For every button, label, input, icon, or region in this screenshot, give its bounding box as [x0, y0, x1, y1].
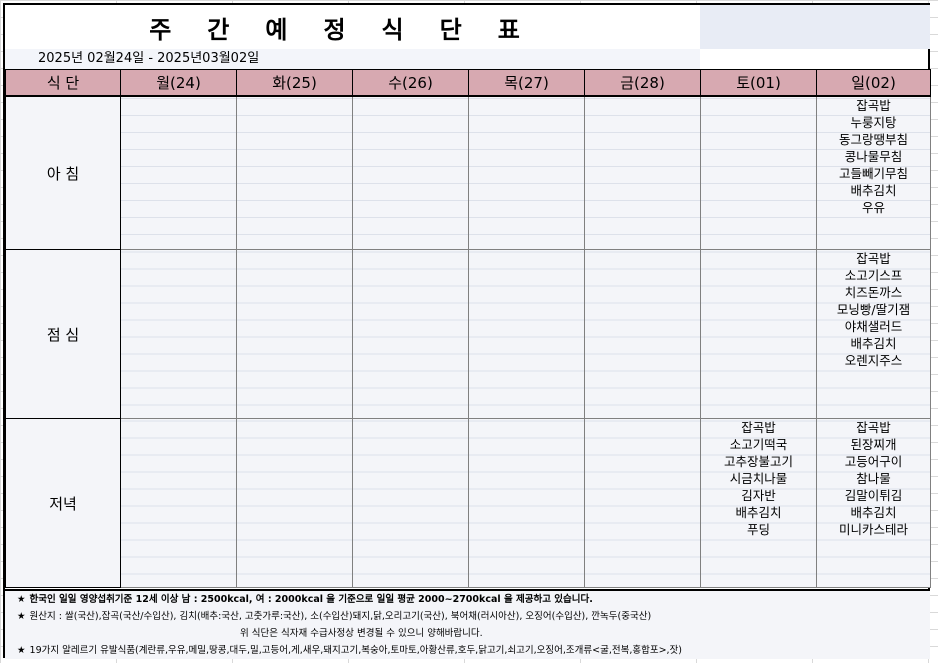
menu-item: 오렌지주스 — [844, 353, 903, 368]
menu-item: 시금치나물 — [729, 471, 788, 486]
menu-item: 누룽지탕 — [850, 115, 897, 130]
note-change: 위 식단은 식자재 수급사정상 변경될 수 있으니 양해바랍니다. — [240, 628, 483, 639]
menu-item: 치즈돈까스 — [844, 285, 903, 300]
header-meal: 식 단 — [5, 69, 121, 97]
menu-item-list: 잡곡밥소고기스프치즈돈까스모닝빵/딸기잼야채샐러드배추김치오렌지주스 — [817, 250, 930, 369]
menu-cell — [700, 249, 817, 419]
menu-cell — [468, 418, 585, 588]
menu-item: 배추김치 — [850, 336, 897, 351]
menu-item: 고들빼기무침 — [838, 166, 908, 181]
menu-cell: 잡곡밥소고기스프치즈돈까스모닝빵/딸기잼야채샐러드배추김치오렌지주스 — [816, 249, 931, 419]
menu-item: 푸딩 — [746, 522, 770, 537]
menu-cell: 잡곡밥누룽지탕동그랑땡부침콩나물무침고들빼기무침배추김치우유 — [816, 95, 931, 250]
note-origin: ★ 원산지 : 쌀(국산),잡곡(국산/수입산), 김치(배추:국산, 고춧가루:… — [17, 611, 652, 622]
menu-item: 모닝빵/딸기잼 — [836, 302, 911, 317]
menu-item: 참나물 — [856, 471, 891, 486]
menu-item: 우유 — [861, 200, 885, 215]
menu-cell — [468, 249, 585, 419]
header-day-mon: 월(24) — [120, 69, 237, 97]
menu-item: 배추김치 — [850, 505, 897, 520]
menu-item-list: 잡곡밥소고기떡국고추장불고기시금치나물김자반배추김치푸딩 — [701, 419, 816, 538]
meal-row-breakfast: 아 침 잡곡밥누룽지탕동그랑땡부침콩나물무침고들빼기무침배추김치우유 — [5, 95, 931, 250]
date-range: 2025년 02월24일 - 2025년03월02일 — [38, 51, 260, 66]
menu-cell — [352, 249, 469, 419]
menu-item: 잡곡밥 — [856, 98, 891, 113]
menu-cell — [236, 95, 353, 250]
meal-row-dinner: 저녁 잡곡밥 소고기떡국 고추장불고기 시금치나물 김자반 배추김치 푸딩 잡곡밥 된장찌개 고등어… — [5, 418, 931, 588]
menu-cell — [120, 418, 237, 588]
meal-label: 저녁 — [5, 418, 121, 588]
header-day-sun: 일(02) — [816, 69, 931, 97]
menu-item-list: 잡곡밥누룽지탕동그랑땡부침콩나물무침고들빼기무침배추김치우유 — [817, 97, 930, 216]
menu-item: 된장찌개 — [850, 437, 897, 452]
note-nutrition: ★ 한국인 일일 영양섭취기준 12세 이상 남 : 2500kcal, 여 : … — [17, 594, 593, 605]
menu-item-list: 잡곡밥된장찌개고등어구이참나물김말이튀김배추김치미니카스테라 — [817, 419, 930, 538]
menu-item: 배추김치 — [850, 183, 897, 198]
meal-label: 점 심 — [5, 249, 121, 419]
menu-cell — [352, 95, 469, 250]
menu-cell: 잡곡밥소고기떡국고추장불고기시금치나물김자반배추김치푸딩 — [700, 418, 817, 588]
header-day-wed: 수(26) — [352, 69, 469, 97]
header-row: 식 단 월(24) 화(25) 수(26) 목(27) 금(28) 토(01) … — [5, 69, 931, 97]
star-icon: ★ — [17, 611, 26, 622]
menu-cell — [468, 95, 585, 250]
menu-cell — [120, 95, 237, 250]
menu-cell — [584, 95, 701, 250]
notes-section: ★ 한국인 일일 영양섭취기준 12세 이상 남 : 2500kcal, 여 : … — [5, 589, 930, 659]
menu-cell: 잡곡밥된장찌개고등어구이참나물김말이튀김배추김치미니카스테라 — [816, 418, 931, 588]
meal-label: 아 침 — [5, 95, 121, 250]
title-side-fill — [700, 5, 930, 49]
menu-item: 야채샐러드 — [844, 319, 903, 334]
menu-item: 소고기떡국 — [729, 437, 788, 452]
menu-cell — [352, 418, 469, 588]
menu-item: 소고기스프 — [844, 268, 903, 283]
menu-item: 김말이튀김 — [844, 488, 903, 503]
menu-cell — [120, 249, 237, 419]
header-day-thu: 목(27) — [468, 69, 585, 97]
menu-item: 잡곡밥 — [856, 420, 891, 435]
header-day-tue: 화(25) — [236, 69, 353, 97]
menu-item: 동그랑땡부침 — [838, 132, 908, 147]
menu-item: 잡곡밥 — [856, 251, 891, 266]
menu-item: 고추장불고기 — [723, 454, 793, 469]
menu-cell — [236, 249, 353, 419]
star-icon: ★ — [17, 594, 26, 605]
star-icon: ★ — [17, 645, 26, 656]
menu-cell — [584, 418, 701, 588]
menu-item: 배추김치 — [735, 505, 782, 520]
menu-item: 고등어구이 — [844, 454, 903, 469]
menu-item: 미니카스테라 — [838, 522, 908, 537]
menu-sheet: 주간예정식단표 2025년 02월24일 - 2025년03월02일 식 단 월… — [3, 3, 931, 659]
menu-table: 식 단 월(24) 화(25) 수(26) 목(27) 금(28) 토(01) … — [5, 69, 931, 588]
menu-cell — [236, 418, 353, 588]
header-day-fri: 금(28) — [584, 69, 701, 97]
note-allergy: ★ 19가지 알레르기 유발식품(계란류,우유,메밀,땅콩,대두,밀,고등어,게,… — [17, 645, 683, 656]
menu-cell — [700, 95, 817, 250]
meal-row-lunch: 점 심 잡곡밥소고기스프치즈돈까스모닝빵/딸기잼야채샐러드배추김치오렌지주스 — [5, 249, 931, 419]
header-day-sat: 토(01) — [700, 69, 817, 97]
menu-cell — [584, 249, 701, 419]
menu-item: 콩나물무침 — [844, 149, 903, 164]
menu-item: 김자반 — [741, 488, 776, 503]
menu-item: 잡곡밥 — [741, 420, 776, 435]
page-title: 주간예정식단표 — [149, 15, 556, 44]
